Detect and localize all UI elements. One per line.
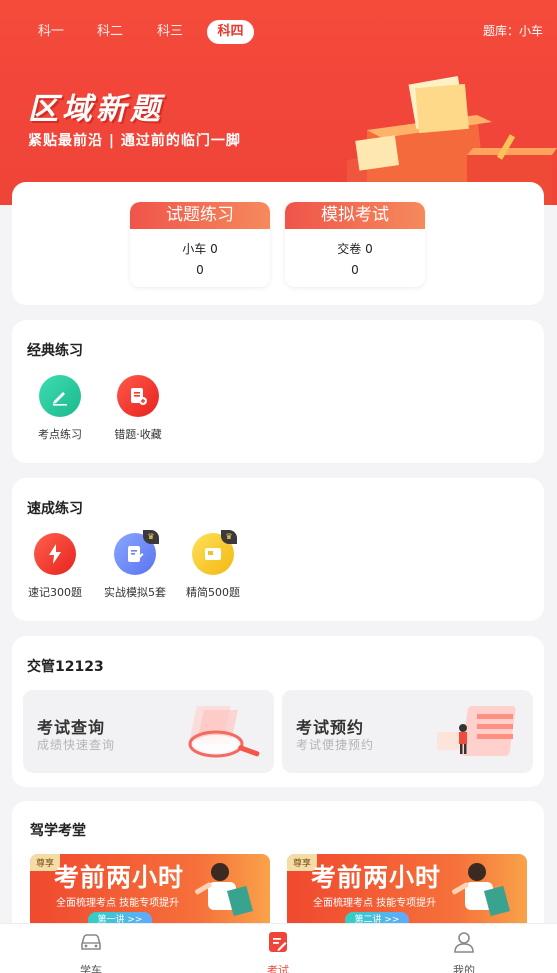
wrong-favorites-button[interactable]: 错题·收藏 <box>98 375 178 442</box>
magnifier-icon <box>188 706 260 758</box>
traffic-12123-card: 交管12123 考试查询 成绩快速查询 考试预约 考试便捷预约 <box>12 636 544 787</box>
topic-practice-button[interactable]: 考点练习 <box>20 375 100 442</box>
course-subtitle: 全面梳理考点 技能专项提升 <box>313 898 437 909</box>
calendar-booking-icon <box>437 706 516 756</box>
banner-subtitle: 紧贴最前沿 | 通过前的临门一脚 <box>28 133 241 149</box>
memorize-300-label: 速记300题 <box>28 586 82 599</box>
lightning-icon <box>34 533 76 575</box>
instructor-illustration <box>451 863 511 917</box>
quick-practice-card: 速成练习 速记300题 ♛ 实战模拟5套 ♛ 精简500题 <box>12 478 544 621</box>
nav-mine-label: 我的 <box>453 964 475 973</box>
course-subtitle: 全面梳理考点 技能专项提升 <box>56 898 180 909</box>
practice-title: 试题练习 <box>130 202 270 229</box>
exam-booking-subtitle: 考试便捷预约 <box>296 738 375 752</box>
stats-card: 试题练习 小车 0 0 模拟考试 交卷 0 0 <box>12 182 544 305</box>
course-card-1[interactable]: 尊享 考前两小时 全面梳理考点 技能专项提升 第一讲 >> <box>30 854 270 929</box>
tab-subject-4[interactable]: 科四 <box>207 20 254 44</box>
exam-query-button[interactable]: 考试查询 成绩快速查询 <box>23 690 274 773</box>
topic-practice-label: 考点练习 <box>38 428 82 441</box>
course-title: 考前两小时 <box>311 863 442 892</box>
pencil-icon <box>39 375 81 417</box>
bottom-nav: 学车 考试 我的 <box>0 923 557 973</box>
nav-exam-label: 考试 <box>267 964 289 973</box>
classroom-title: 驾学考堂 <box>30 823 86 839</box>
simplified-500-button[interactable]: ♛ 精简500题 <box>173 530 253 600</box>
exam-value: 0 <box>351 263 359 277</box>
exam-query-title: 考试查询 <box>37 718 106 737</box>
quick-title: 速成练习 <box>27 501 83 517</box>
memorize-300-button[interactable]: 速记300题 <box>15 533 95 600</box>
car-icon <box>81 934 101 950</box>
header: 科一 科二 科三 科四 题库：小车 区域新题 紧贴最前沿 | 通过前的临门一脚 <box>0 0 557 205</box>
course-card-2[interactable]: 尊享 考前两小时 全面梳理考点 技能专项提升 第二讲 >> <box>287 854 527 929</box>
tab-subject-2[interactable]: 科二 <box>95 20 125 44</box>
exam-title: 模拟考试 <box>285 202 425 229</box>
practice-stat-box[interactable]: 试题练习 小车 0 0 <box>130 202 270 287</box>
tab-subject-3[interactable]: 科三 <box>155 20 185 44</box>
wrong-favorites-label: 错题·收藏 <box>114 428 162 441</box>
subject-tabs: 科一 科二 科三 科四 题库：小车 <box>0 18 557 46</box>
exam-count: 交卷 0 <box>337 242 373 256</box>
exam-booking-title: 考试预约 <box>296 718 365 737</box>
classic-title: 经典练习 <box>27 343 83 359</box>
exam-stat-box[interactable]: 模拟考试 交卷 0 0 <box>285 202 425 287</box>
user-icon <box>454 932 474 953</box>
traffic-title: 交管12123 <box>27 659 104 675</box>
card-icon: ♛ <box>192 530 237 575</box>
exam-booking-button[interactable]: 考试预约 考试便捷预约 <box>282 690 533 773</box>
app-screen: 科一 科二 科三 科四 题库：小车 区域新题 紧贴最前沿 | 通过前的临门一脚 … <box>0 0 557 973</box>
vip-crown-icon: ♛ <box>143 530 159 544</box>
course-title: 考前两小时 <box>54 863 185 892</box>
practice-value: 0 <box>196 263 204 277</box>
classic-practice-card: 经典练习 考点练习 错题·收藏 <box>12 320 544 463</box>
bookmark-icon <box>117 375 159 417</box>
nav-exam[interactable]: 考试 <box>248 930 308 973</box>
mock-exam-5-button[interactable]: ♛ 实战模拟5套 <box>95 530 175 600</box>
practice-count: 小车 0 <box>182 242 218 256</box>
instructor-illustration <box>194 863 254 917</box>
edit-doc-icon: ♛ <box>114 530 159 575</box>
banner-title: 区域新题 <box>28 92 164 127</box>
nav-learn-car-label: 学车 <box>80 964 102 973</box>
simplified-500-label: 精简500题 <box>186 586 240 599</box>
vip-crown-icon: ♛ <box>221 530 237 544</box>
mock-exam-5-label: 实战模拟5套 <box>104 586 166 599</box>
nav-mine[interactable]: 我的 <box>434 930 494 973</box>
exam-query-subtitle: 成绩快速查询 <box>37 738 116 752</box>
question-bank-selector[interactable]: 题库：小车 <box>483 22 543 39</box>
tab-subject-1[interactable]: 科一 <box>36 20 66 44</box>
exam-icon <box>269 932 287 952</box>
nav-learn-car[interactable]: 学车 <box>61 930 121 973</box>
